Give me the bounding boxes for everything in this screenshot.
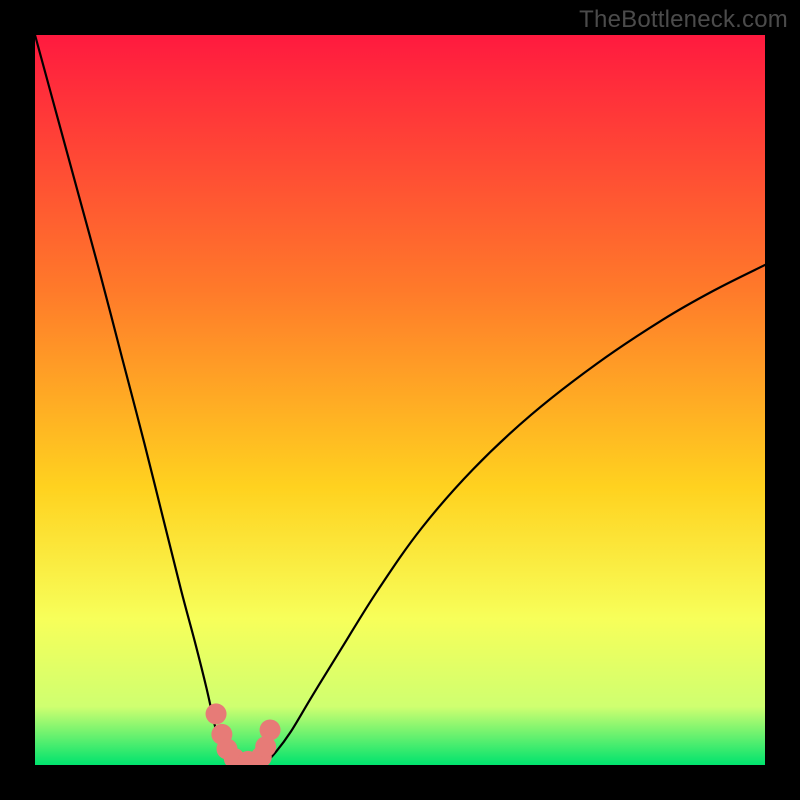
attribution-text: TheBottleneck.com xyxy=(579,6,788,34)
valley-marker xyxy=(260,719,281,740)
chart-frame: TheBottleneck.com xyxy=(0,0,800,800)
gradient-background xyxy=(35,35,765,765)
plot-area xyxy=(35,35,765,765)
valley-marker xyxy=(206,703,227,724)
chart-svg xyxy=(35,35,765,765)
